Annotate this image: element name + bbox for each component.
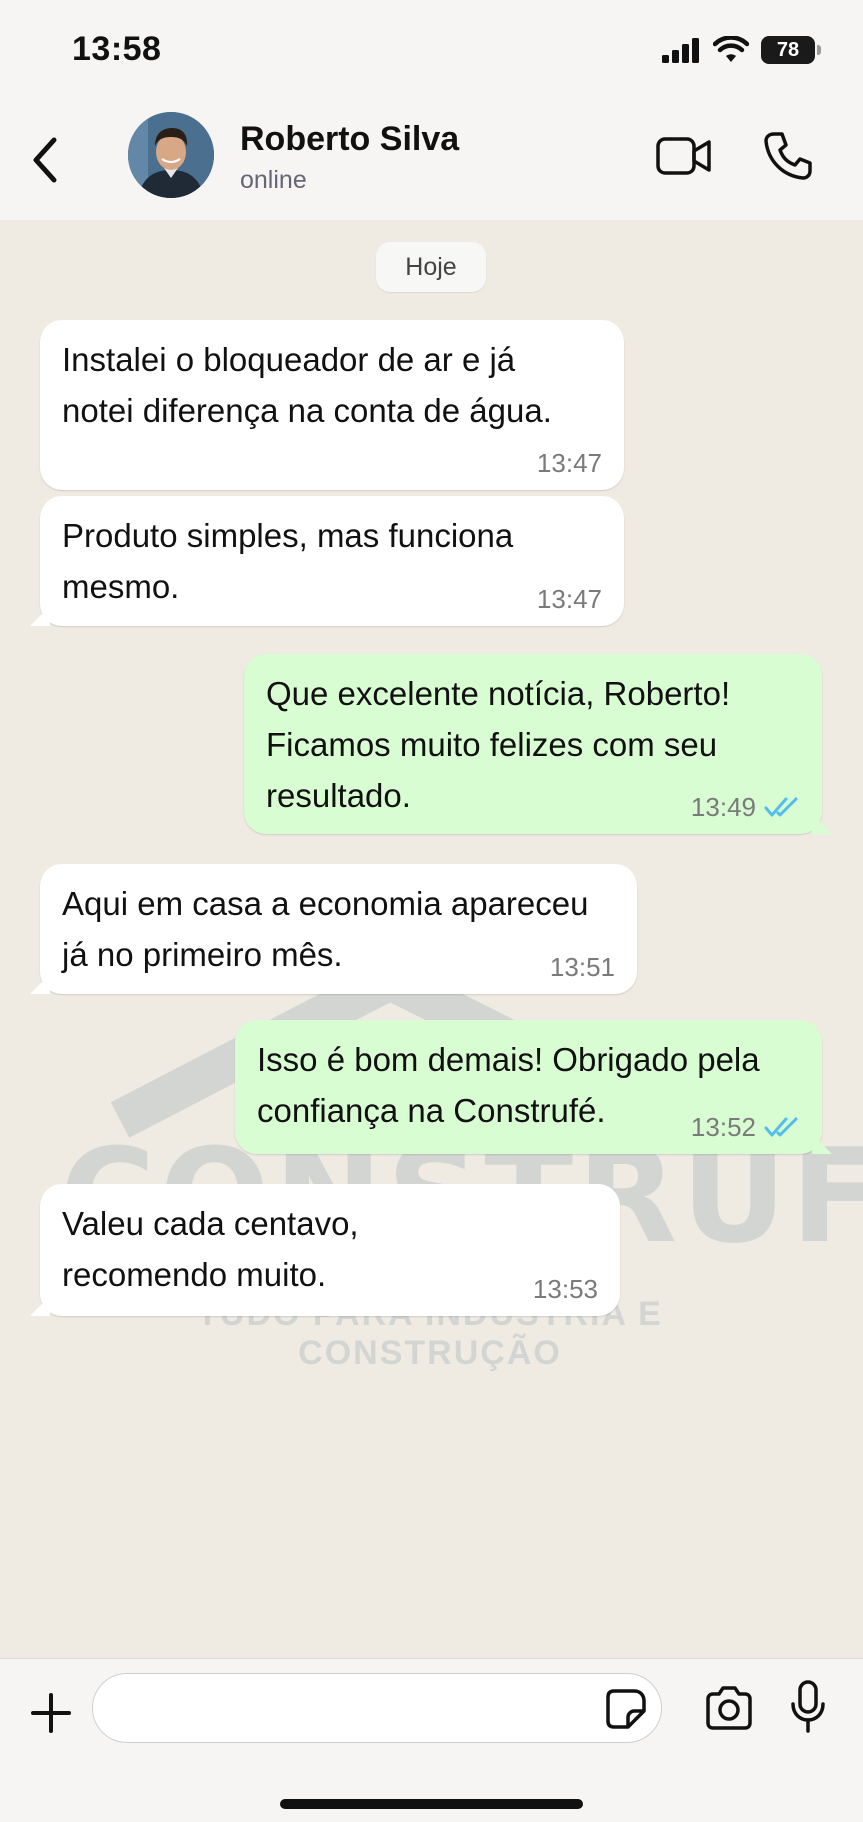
message-incoming[interactable]: Valeu cada centavo, recomendo muito. 13:…	[40, 1184, 620, 1316]
message-text: Produto simples, mas funciona mesmo.	[62, 517, 514, 605]
message-text: Valeu cada centavo, recomendo muito.	[62, 1205, 359, 1293]
message-text: Instalei o bloqueador de ar e já notei d…	[62, 341, 552, 429]
message-time-label: 13:47	[536, 584, 602, 614]
message-time: 13:49	[691, 792, 800, 822]
input-bar	[0, 1658, 863, 1822]
battery-level: 78	[776, 38, 800, 61]
chat-area[interactable]: CONSTRUFÉ TUDO PARA INDÚSTRIA E CONSTRUÇ…	[0, 220, 863, 1658]
phone-icon[interactable]	[762, 130, 814, 182]
message-time-label: 13:51	[549, 952, 615, 982]
double-check-icon	[764, 797, 798, 817]
video-call-icon[interactable]	[655, 134, 713, 178]
message-incoming[interactable]: Instalei o bloqueador de ar e já notei d…	[40, 320, 624, 490]
message-time-label: 13:52	[690, 1112, 756, 1142]
microphone-icon[interactable]	[790, 1679, 826, 1735]
status-bar: 13:58 78	[0, 0, 863, 100]
message-time: 13:47	[537, 584, 602, 614]
signal-icon	[662, 38, 699, 63]
contact-status: online	[240, 166, 307, 194]
contact-name[interactable]: Roberto Silva	[240, 120, 459, 159]
chat-header: Roberto Silva online	[0, 100, 863, 220]
home-indicator[interactable]	[280, 1799, 583, 1809]
message-time-label: 13:47	[536, 448, 602, 478]
message-time: 13:52	[691, 1112, 800, 1142]
camera-icon[interactable]	[704, 1683, 754, 1733]
message-input[interactable]	[92, 1673, 662, 1743]
double-check-icon	[764, 1117, 798, 1137]
message-time: 13:53	[533, 1274, 598, 1304]
plus-icon[interactable]	[28, 1683, 74, 1743]
message-incoming[interactable]: Produto simples, mas funciona mesmo. 13:…	[40, 496, 624, 626]
message-outgoing[interactable]: Que excelente notícia, Roberto! Ficamos …	[244, 654, 822, 834]
message-time-label: 13:53	[532, 1274, 598, 1304]
message-text: Aqui em casa a economia apareceu já no p…	[62, 885, 589, 973]
message-time-label: 13:49	[690, 792, 756, 822]
date-separator: Hoje	[376, 242, 486, 292]
status-icons: 78	[661, 36, 821, 64]
avatar[interactable]	[128, 112, 214, 198]
message-incoming[interactable]: Aqui em casa a economia apareceu já no p…	[40, 864, 637, 994]
status-time: 13:58	[72, 30, 162, 68]
message-outgoing[interactable]: Isso é bom demais! Obrigado pela confian…	[235, 1020, 822, 1154]
back-icon[interactable]	[24, 130, 64, 190]
message-time: 13:47	[537, 448, 602, 478]
battery-icon: 78	[761, 36, 821, 64]
sticker-icon[interactable]	[604, 1687, 648, 1731]
wifi-icon	[713, 36, 749, 62]
message-time: 13:51	[550, 952, 615, 982]
